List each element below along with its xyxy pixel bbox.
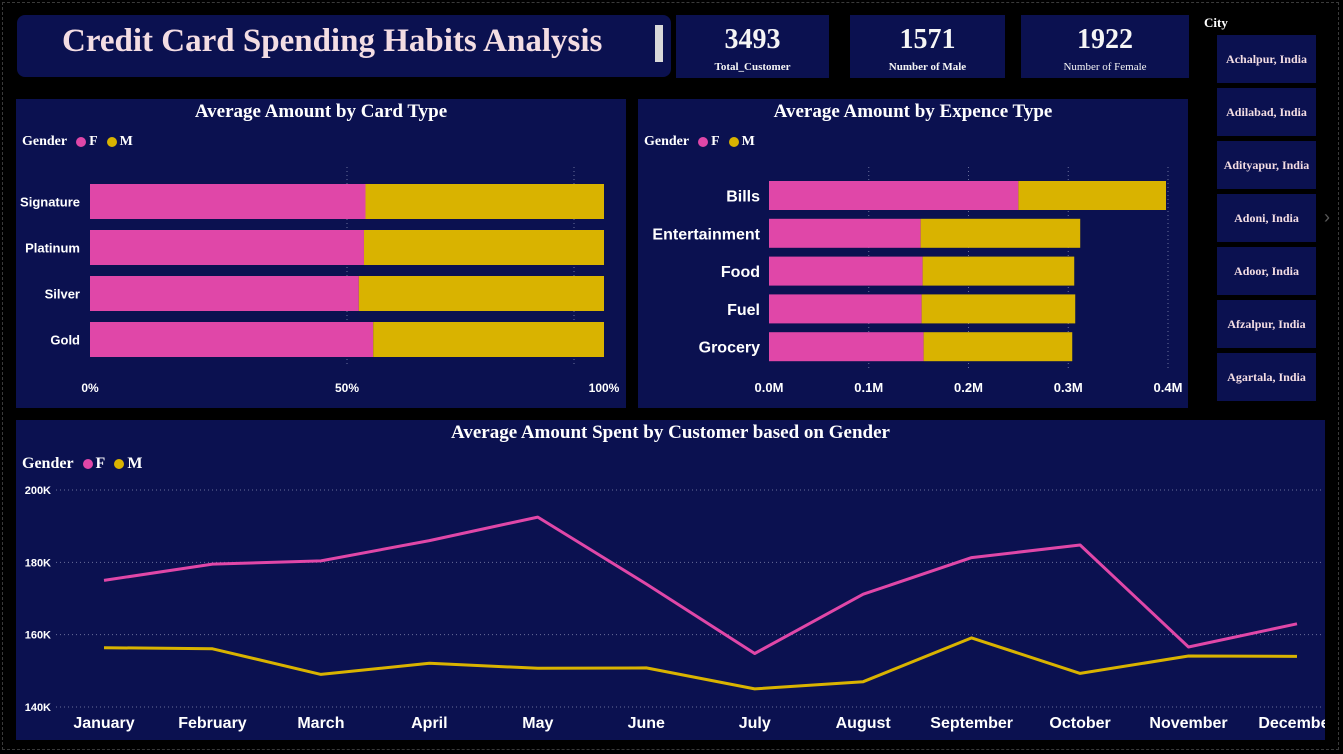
expense-type-bar-chart: 0.0M 0.1M 0.2M 0.3M 0.4M Bills Entertainment Fo… (652, 167, 1183, 395)
bar-segment-female (90, 184, 366, 219)
x-tick-label: October (1049, 715, 1110, 732)
card-type-bar-chart: Signature Platinum Silver Gold 0% 50% 100% (20, 167, 620, 395)
bar-segment-male (922, 256, 1075, 286)
kpi-value: 3493 (724, 24, 781, 55)
category-label: Bills (726, 189, 760, 206)
kpi-number-of-male: 1571 Number of Male (850, 15, 1005, 78)
chevron-right-icon[interactable]: › (1324, 207, 1330, 228)
category-label: Entertainment (652, 226, 760, 243)
title-accent-bar (655, 25, 663, 62)
x-tick-label: 0% (81, 381, 99, 395)
x-tick-label: 100% (589, 381, 620, 395)
x-tick-label: August (836, 715, 892, 732)
x-tick-label: 0.2M (954, 380, 983, 395)
bar-segment-male (921, 294, 1076, 324)
bar-segment-female (90, 322, 374, 357)
kpi-label: Number of Male (888, 61, 967, 73)
bar-segment-male (365, 184, 604, 219)
city-slicer-label: City (1204, 15, 1228, 30)
y-tick-label: 140K (25, 702, 51, 714)
city-slicer-item[interactable]: Adilabad, India (1217, 88, 1316, 136)
y-tick-label: 180K (25, 557, 51, 569)
y-tick-label: 200K (25, 485, 51, 497)
bar-segment-male (363, 230, 604, 265)
bar-segment-female (769, 218, 921, 248)
x-tick-label: November (1149, 715, 1227, 732)
category-label: Platinum (25, 241, 80, 256)
x-tick-label: June (628, 715, 665, 732)
category-label: Gold (50, 333, 80, 348)
category-label: Silver (45, 287, 80, 302)
kpi-value: 1571 (899, 24, 956, 55)
kpi-label: Total_Customer (714, 61, 791, 73)
bar-segment-male (1018, 181, 1167, 210)
category-label: Fuel (727, 302, 760, 319)
bar-segment-female (90, 276, 359, 311)
x-tick-label: 0.4M (1154, 380, 1183, 395)
kpi-label: Number of Female (1063, 61, 1147, 73)
city-slicer-item[interactable]: Adoor, India (1217, 247, 1316, 295)
category-label: Grocery (699, 340, 760, 357)
kpi-value: 1922 (1077, 24, 1133, 55)
x-tick-label: 0.3M (1054, 380, 1083, 395)
x-tick-label: 0.1M (854, 380, 883, 395)
city-slicer-item[interactable]: Achalpur, India (1217, 35, 1316, 83)
city-slicer-item[interactable]: Agartala, India (1217, 353, 1316, 401)
city-slicer-item[interactable]: Adityapur, India (1217, 141, 1316, 189)
title-banner: Credit Card Spending Habits Analysis (17, 15, 671, 77)
x-tick-label: 0.0M (755, 380, 784, 395)
x-tick-label: April (411, 715, 447, 732)
x-tick-label: January (73, 715, 134, 732)
monthly-gender-line-chart: 140K 160K 180K 200K January February March Apri… (25, 485, 1325, 732)
page-title: Credit Card Spending Habits Analysis (62, 23, 603, 59)
category-label: Signature (20, 195, 80, 210)
y-tick-label: 160K (25, 630, 51, 642)
kpi-number-of-female: 1922 Number of Female (1021, 15, 1189, 78)
bar-segment-male (923, 332, 1073, 362)
bar-segment-male (358, 276, 604, 311)
city-slicer-item[interactable]: Afzalpur, India (1217, 300, 1316, 348)
x-tick-label: May (522, 715, 553, 732)
card-type-chart-panel: Average Amount by Card Type Gender F M S… (16, 99, 626, 408)
series-line-male (103, 636, 1298, 691)
x-tick-label: 50% (335, 381, 359, 395)
monthly-gender-chart-panel: Average Amount Spent by Customer based o… (16, 420, 1325, 740)
bar-segment-female (769, 181, 1019, 210)
x-tick-label: March (297, 715, 344, 732)
category-label: Food (721, 264, 760, 281)
x-tick-label: February (178, 715, 247, 732)
bar-segment-male (920, 218, 1081, 248)
expense-type-chart-panel: Average Amount by Expence Type Gender F … (638, 99, 1188, 408)
bar-segment-male (373, 322, 604, 357)
bar-segment-female (90, 230, 364, 265)
bar-segment-female (769, 256, 923, 286)
bar-segment-female (769, 332, 924, 362)
kpi-total-customer: 3493 Total_Customer (676, 15, 829, 78)
series-line-female (103, 515, 1298, 655)
x-tick-label: December (1258, 715, 1325, 732)
x-tick-label: July (739, 715, 771, 732)
city-slicer-item[interactable]: Adoni, India (1217, 194, 1316, 242)
x-tick-label: September (930, 715, 1013, 732)
bar-segment-female (769, 294, 922, 324)
